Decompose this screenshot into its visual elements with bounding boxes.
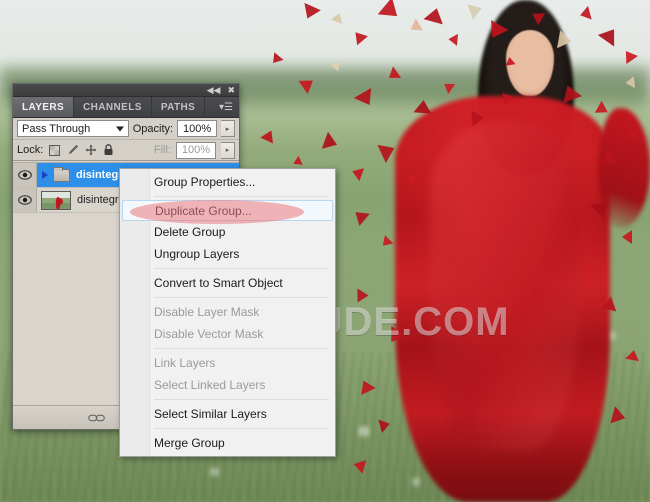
visibility-toggle-group[interactable] — [13, 163, 37, 187]
shard-particle — [413, 99, 433, 114]
collapse-icon[interactable]: ◀◀ — [207, 85, 221, 95]
context-menu-separator — [154, 196, 329, 197]
layer-context-menu: Group Properties... Duplicate Group... Del… — [119, 168, 336, 457]
context-menu-item-select-linked-layers: Select Linked Layers — [154, 378, 266, 392]
blend-mode-value: Pass Through — [22, 122, 91, 135]
shard-particle — [407, 18, 423, 36]
transparency-lock-icon[interactable] — [48, 144, 61, 157]
context-menu-separator — [154, 268, 329, 269]
group-expand-toggle[interactable] — [37, 171, 50, 179]
shard-particle — [622, 230, 632, 244]
visibility-toggle-image[interactable] — [13, 188, 37, 212]
context-menu-separator — [154, 297, 329, 298]
eye-icon — [17, 195, 32, 205]
lock-label: Lock: — [17, 144, 44, 156]
chevron-right-icon — [42, 171, 48, 179]
shard-particle — [260, 127, 278, 144]
opacity-label: Opacity: — [132, 122, 174, 135]
shard-particle — [467, 0, 485, 20]
shard-particle — [599, 149, 619, 164]
shard-particle — [299, 2, 321, 23]
context-menu-separator — [154, 428, 329, 429]
fill-input[interactable]: 100% — [176, 141, 216, 159]
context-menu-item-disable-layer-mask: Disable Layer Mask — [154, 305, 260, 319]
eye-icon — [17, 170, 32, 180]
shard-particle — [423, 5, 447, 25]
chevron-down-icon — [115, 126, 124, 131]
shard-particle — [377, 0, 405, 25]
panel-tabstrip: LAYERS CHANNELS PATHS ▾☰ — [13, 97, 239, 118]
blend-mode-select[interactable]: Pass Through — [17, 120, 129, 137]
shard-particle — [578, 5, 592, 23]
context-menu-item-ungroup-layers[interactable]: Ungroup Layers — [120, 243, 335, 265]
context-menu-item-select-similar-layers[interactable]: Select Similar Layers — [120, 403, 335, 425]
layer-thumbnail[interactable] — [41, 190, 71, 210]
shard-particle — [321, 131, 341, 154]
context-menu-item-group-properties[interactable]: Group Properties... — [120, 171, 335, 193]
blend-mode-row: Pass Through Opacity: 100% ▸ — [13, 118, 239, 140]
shard-particle — [350, 27, 368, 46]
context-menu-item-duplicate-group[interactable]: Duplicate Group... — [122, 200, 333, 221]
photo-subject-dress-highlight — [430, 120, 580, 450]
shard-particle — [268, 52, 284, 67]
link-layers-icon[interactable] — [87, 413, 105, 423]
context-menu-separator — [154, 399, 329, 400]
shard-particle — [504, 56, 516, 66]
context-menu-item-link-layers: Link Layers — [154, 356, 216, 370]
move-lock-icon[interactable] — [84, 144, 97, 157]
lock-row: Lock: Fill: 100% ▸ — [13, 140, 239, 161]
shard-particle — [597, 23, 623, 47]
shard-particle — [624, 76, 636, 89]
context-menu-item-merge-group[interactable]: Merge Group — [120, 432, 335, 454]
fill-spinner[interactable]: ▸ — [221, 141, 235, 159]
tab-paths[interactable]: PATHS — [151, 97, 206, 117]
all-lock-icon[interactable] — [102, 144, 115, 157]
shard-particle — [557, 30, 573, 51]
shard-particle — [349, 164, 365, 182]
shard-particle — [447, 33, 459, 46]
shard-particle — [291, 155, 303, 169]
folder-icon — [53, 166, 70, 182]
opacity-spinner[interactable]: ▸ — [221, 120, 235, 137]
shard-particle — [620, 46, 638, 65]
shard-particle — [357, 288, 369, 303]
context-menu-item-disable-vector-mask: Disable Vector Mask — [154, 327, 264, 341]
tabstrip-spacer — [205, 97, 214, 117]
shard-particle — [471, 109, 485, 127]
close-icon[interactable]: ✖ — [227, 85, 235, 95]
shard-particle — [330, 60, 340, 72]
opacity-input[interactable]: 100% — [177, 120, 218, 137]
tab-layers[interactable]: LAYERS — [13, 97, 75, 117]
fill-label: Fill: — [153, 144, 171, 156]
context-menu-item-convert-to-smart-object[interactable]: Convert to Smart Object — [120, 272, 335, 294]
panel-titlebar: ◀◀ ✖ — [13, 84, 239, 97]
context-menu-item-delete-group[interactable]: Delete Group — [120, 221, 335, 243]
context-menu-separator — [154, 348, 329, 349]
shard-particle — [350, 206, 370, 226]
shard-particle — [378, 235, 394, 250]
photoshop-screenshot: WWW.PSD-DUDE.COM ◀◀ ✖ LAYERS CHANNELS PA… — [0, 0, 650, 502]
brush-lock-icon[interactable] — [66, 144, 79, 157]
tab-channels[interactable]: CHANNELS — [74, 97, 152, 117]
panel-menu-icon[interactable]: ▾☰ — [213, 97, 239, 117]
shard-particle — [330, 11, 346, 24]
